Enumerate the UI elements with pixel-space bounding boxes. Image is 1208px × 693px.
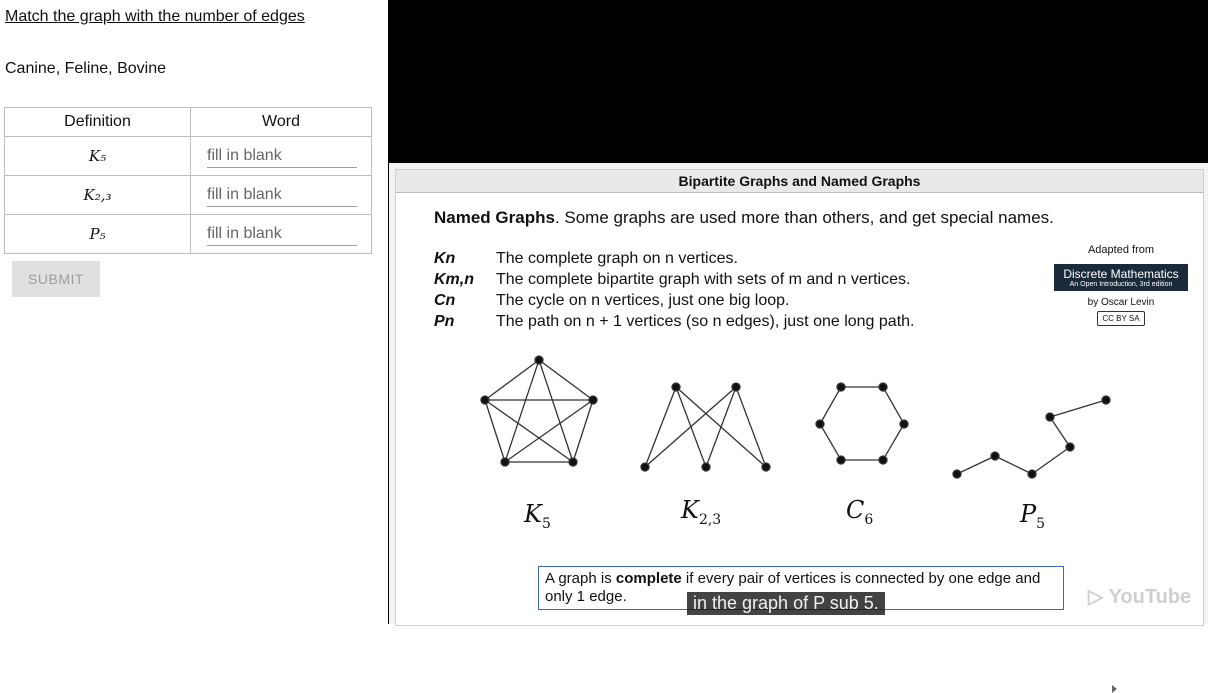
definition-cell: P₅	[4, 214, 191, 254]
table-row: P₅	[4, 214, 372, 254]
answer-input-1[interactable]	[207, 144, 357, 168]
word-cell	[190, 136, 372, 176]
submit-button[interactable]: SUBMIT	[12, 261, 100, 297]
slide-frame: Bipartite Graphs and Named Graphs Named …	[389, 163, 1208, 693]
definition-header: Definition	[4, 107, 191, 137]
answer-input-3[interactable]	[207, 222, 357, 246]
definition-cell: K₅	[4, 136, 191, 176]
word-header: Word	[190, 107, 372, 137]
word-cell	[190, 214, 372, 254]
word-cell	[190, 175, 372, 215]
graph-label-c6: C6	[846, 496, 874, 528]
c6-graph	[815, 382, 909, 465]
caption-pre: A graph is	[545, 570, 616, 587]
mouse-pointer-icon	[1112, 685, 1117, 693]
question-title: Match the graph with the number of edges	[5, 8, 305, 25]
k5-graph	[480, 355, 598, 467]
table-row: K₅	[4, 136, 372, 176]
graph-illustrations	[480, 355, 1111, 479]
k23-graph	[640, 382, 771, 472]
youtube-wordmark: YouTube	[1108, 586, 1192, 608]
p5-graph	[952, 395, 1111, 479]
graph-label-k23: K2,3	[681, 496, 722, 528]
question-panel: Match the graph with the number of edges…	[0, 0, 388, 624]
graph-label-k5: K5	[524, 500, 551, 532]
word-bank: Canine, Feline, Bovine	[5, 60, 166, 77]
youtube-logo-icon[interactable]: ▷ YouTube	[1088, 584, 1191, 609]
table-row: K₂,₃	[4, 175, 372, 215]
video-player[interactable]: Bipartite Graphs and Named Graphs Named …	[388, 0, 1208, 693]
slide: Bipartite Graphs and Named Graphs Named …	[395, 169, 1204, 693]
match-table: Definition Word K₅ K₂,₃ P₅	[4, 107, 372, 254]
video-subtitle: in the graph of P sub 5.	[687, 592, 885, 615]
caption-bold: complete	[615, 570, 682, 587]
answer-input-2[interactable]	[207, 183, 357, 207]
table-header-row: Definition Word	[4, 107, 372, 137]
graph-label-p5: P5	[1020, 500, 1046, 532]
definition-cell: K₂,₃	[4, 175, 191, 215]
